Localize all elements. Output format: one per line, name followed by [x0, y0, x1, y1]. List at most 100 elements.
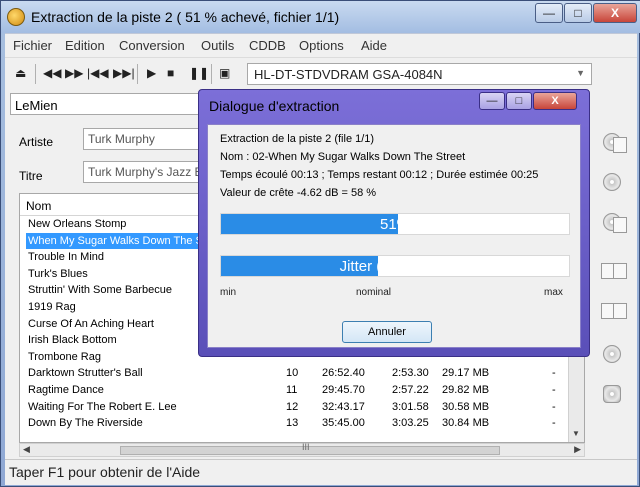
right-tool-panel [593, 119, 633, 419]
fast-forward-icon[interactable]: ▶▶ [65, 66, 83, 80]
cell-name: Trombone Rag [28, 350, 101, 363]
table-row[interactable]: Waiting For The Robert E. Lee 12 32:43.17 3… [20, 399, 584, 416]
extraction-progress-bar: 51% [220, 213, 570, 235]
status-bar: Taper F1 pour obtenir de l'Aide [5, 459, 637, 485]
cd-to-mp3-icon[interactable] [599, 169, 629, 195]
cell-duration: 2:53.30 [392, 367, 429, 380]
wave-to-mp3-icon[interactable] [599, 255, 629, 281]
cd-to-ogg-icon[interactable] [599, 209, 629, 235]
scroll-thumb[interactable] [120, 446, 500, 455]
scroll-grip: III [302, 442, 310, 452]
cell-name: Curse Of An Aching Heart [28, 317, 154, 330]
pause-icon[interactable]: ❚❚ [189, 66, 209, 80]
rewind-icon[interactable]: ◀◀ [43, 66, 61, 80]
dialog-body: Extraction de la piste 2 (file 1/1) Nom … [207, 124, 581, 348]
app-icon [7, 8, 25, 26]
title-field-value: Turk Murphy's Jazz Band [88, 165, 213, 179]
cell-name: Waiting For The Robert E. Lee [28, 400, 177, 413]
toolbar-separator [137, 64, 138, 84]
title-field[interactable]: Turk Murphy's Jazz Band [83, 161, 213, 183]
scroll-right-icon[interactable]: ▶ [574, 444, 581, 455]
scale-min-label: min [220, 287, 237, 298]
cell-duration: 3:01.58 [392, 400, 429, 413]
column-header-name[interactable]: Nom [26, 199, 51, 213]
mp3-to-wave-icon[interactable] [599, 295, 629, 321]
artist-field-value: Turk Murphy [88, 132, 155, 146]
cell-name: Irish Black Bottom [28, 334, 117, 347]
status-text: Taper F1 pour obtenir de l'Aide [9, 464, 201, 480]
scroll-left-icon[interactable]: ◀ [23, 444, 30, 455]
table-row[interactable]: Down By The Riverside 13 35:45.00 3:03.25 30… [20, 415, 584, 432]
dialog-close-button[interactable]: X [533, 92, 577, 110]
cell-name: When My Sugar Walks Down The Str [26, 232, 212, 249]
menu-cddb[interactable]: CDDB [249, 38, 286, 53]
cell-num: 11 [286, 384, 298, 396]
menu-edition[interactable]: Edition [65, 38, 105, 53]
cell-size: 30.84 MB [442, 417, 490, 430]
drive-select-value: HL-DT-STDVDRAM GSA-4084N [254, 67, 443, 82]
cell-status: - [552, 367, 556, 380]
extraction-progress-text: 51% [379, 216, 411, 233]
menu-fichier[interactable]: Fichier [13, 38, 52, 53]
cell-status: - [552, 384, 556, 396]
cell-start: 32:43.17 [322, 400, 365, 413]
title-bar: Extraction de la piste 2 ( 51 % achevé, … [1, 1, 640, 33]
previous-track-icon[interactable]: |◀◀ [87, 66, 109, 80]
scale-max-label: max [544, 287, 563, 298]
toolbar-separator [211, 64, 212, 84]
horizontal-scrollbar[interactable]: ◀ III ▶ [19, 442, 585, 457]
title-label: Titre [19, 169, 43, 183]
album-name-value: LeMien [15, 98, 58, 113]
cell-size: 30.58 MB [442, 400, 490, 413]
disc-copy-icon[interactable] [599, 341, 629, 367]
eject-icon[interactable]: ⏏ [15, 66, 26, 80]
cd-to-wave-icon[interactable] [599, 129, 629, 155]
cell-name: Down By The Riverside [28, 417, 143, 430]
dialog-name-line: Nom : 02-When My Sugar Walks Down The St… [220, 151, 466, 163]
cancel-button[interactable]: Annuler [342, 321, 432, 343]
menu-aide[interactable]: Aide [361, 38, 387, 53]
scroll-down-icon[interactable]: ▼ [572, 429, 580, 438]
cell-duration: 3:03.25 [392, 417, 429, 430]
cell-name: Ragtime Dance [28, 384, 104, 396]
dialog-minimize-button[interactable]: — [479, 92, 505, 110]
settings-gear-icon[interactable] [599, 381, 629, 407]
cell-start: 35:45.00 [322, 417, 365, 430]
cell-num: 10 [286, 367, 299, 380]
cell-name: Struttin' With Some Barbecue [28, 284, 172, 297]
menu-conversion[interactable]: Conversion [119, 38, 185, 53]
dialog-maximize-button[interactable]: □ [506, 92, 532, 110]
dialog-title: Dialogue d'extraction [209, 98, 340, 114]
menu-bar: Fichier Edition Conversion Outils CDDB O… [5, 33, 637, 57]
artist-field[interactable]: Turk Murphy [83, 128, 213, 150]
window-title: Extraction de la piste 2 ( 51 % achevé, … [31, 9, 340, 25]
table-row[interactable]: Darktown Strutter's Ball 10 26:52.40 2:53.3… [20, 365, 584, 382]
cell-name: Turk's Blues [28, 267, 88, 280]
stop-icon[interactable]: ■ [167, 66, 174, 80]
dialog-time-line: Temps écoulé 00:13 ; Temps restant 00:12… [220, 169, 539, 181]
cell-start: 26:52.40 [322, 367, 365, 380]
jitter-text: Jitter (erreurs: 0) [339, 258, 451, 275]
play-icon[interactable]: ▶ [147, 66, 156, 80]
drive-select[interactable]: HL-DT-STDVDRAM GSA-4084N ▼ [247, 63, 592, 85]
chevron-down-icon: ▼ [576, 68, 585, 78]
next-track-icon[interactable]: ▶▶| [113, 66, 135, 80]
drive-properties-icon[interactable]: ▣ [219, 66, 230, 80]
dialog-peak-line: Valeur de crête -4.62 dB = 58 % [220, 187, 377, 199]
cell-num: 12 [286, 400, 299, 413]
toolbar: ⏏ ◀◀ ▶▶ |◀◀ ▶▶| ▶ ■ ❚❚ ▣ HL-DT-STDVDRAM … [5, 57, 637, 89]
cell-size: 29.17 MB [442, 367, 490, 380]
scale-nominal-label: nominal [356, 287, 392, 298]
minimize-button[interactable]: — [535, 3, 563, 23]
maximize-button[interactable]: □ [564, 3, 592, 23]
menu-options[interactable]: Options [299, 38, 344, 53]
cell-size: 29.82 MB [442, 384, 490, 396]
cell-num: 13 [286, 417, 299, 430]
cell-name: 1919 Rag [28, 301, 76, 313]
artist-label: Artiste [19, 135, 54, 149]
jitter-bar: Jitter (erreurs: 0) [220, 255, 570, 277]
menu-outils[interactable]: Outils [201, 38, 234, 53]
table-row[interactable]: Ragtime Dance 11 29:45.70 2:57.22 29.82 MB - [20, 382, 584, 399]
dialog-track-line: Extraction de la piste 2 (file 1/1) [220, 133, 375, 145]
close-button[interactable]: X [593, 3, 637, 23]
